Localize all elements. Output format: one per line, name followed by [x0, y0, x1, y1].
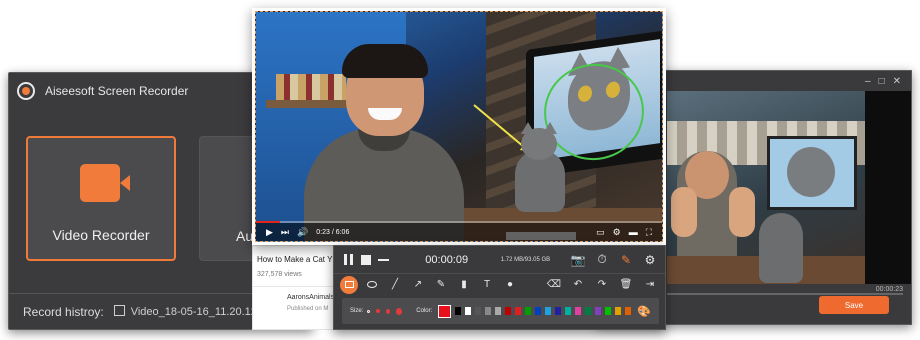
- record-history-label: Record histroy:: [23, 304, 104, 319]
- fullscreen-icon[interactable]: ⛶: [646, 227, 652, 237]
- color-swatch-7[interactable]: [515, 307, 522, 315]
- close-window-icon[interactable]: ✕: [893, 76, 901, 87]
- video-recorder-button[interactable]: Video Recorder: [26, 136, 176, 261]
- app-title: Aiseesoft Screen Recorder: [45, 84, 189, 98]
- app-logo-icon: [17, 82, 35, 100]
- view-count: 327,578 views: [257, 271, 302, 278]
- text-tool-icon[interactable]: T: [478, 276, 496, 294]
- recording-size: 1.72 MB/93.05 GB: [500, 256, 551, 263]
- channel-name[interactable]: AaronsAnimals: [287, 294, 334, 301]
- save-button[interactable]: Save: [819, 296, 889, 314]
- recording-time: 00:00:09: [425, 253, 469, 266]
- undo-icon[interactable]: ↶: [569, 276, 587, 294]
- color-swatch-14[interactable]: [585, 307, 592, 315]
- number-tool-icon[interactable]: ●: [501, 276, 519, 294]
- video-recorder-label: Video Recorder: [52, 227, 150, 243]
- recording-area: ▶ ⏭ 🔊 0:23 / 6:06 ▭ ⚙ ▬ ⛶: [252, 8, 666, 245]
- arrow-tool-icon[interactable]: ↗: [409, 276, 427, 294]
- color-swatch-16[interactable]: [605, 307, 612, 315]
- ellipse-tool-icon[interactable]: [363, 276, 381, 294]
- eraser-icon[interactable]: ⌫: [545, 276, 563, 294]
- next-icon[interactable]: ⏭: [281, 227, 289, 237]
- video-camera-icon: [80, 164, 130, 202]
- size-option-4[interactable]: [396, 307, 403, 315]
- theater-icon[interactable]: ▬: [629, 227, 638, 237]
- color-swatch-18[interactable]: [625, 307, 632, 315]
- highlighter-tool-icon[interactable]: ▮: [455, 276, 473, 294]
- youtube-page: How to Make a Cat Y 327,578 views Aarons…: [252, 245, 338, 330]
- color-swatch-4[interactable]: [485, 307, 492, 315]
- film-icon: [113, 305, 125, 316]
- color-swatch-2[interactable]: [465, 307, 472, 315]
- color-swatch-15[interactable]: [595, 307, 602, 315]
- redo-icon[interactable]: ↷: [593, 276, 611, 294]
- volume-icon[interactable]: 🔊: [297, 227, 308, 237]
- settings-icon[interactable]: ⚙: [613, 227, 621, 237]
- size-option-3[interactable]: [385, 308, 391, 314]
- captions-icon[interactable]: ▭: [596, 227, 605, 237]
- exit-icon[interactable]: ⇥: [641, 276, 659, 294]
- video-title[interactable]: How to Make a Cat Y: [257, 255, 332, 264]
- published-date: Published on M: [287, 306, 329, 312]
- line-tool-icon[interactable]: ╱: [386, 276, 404, 294]
- video-player[interactable]: ▶ ⏭ 🔊 0:23 / 6:06 ▭ ⚙ ▬ ⛶: [255, 11, 663, 242]
- edit-icon[interactable]: ✎: [617, 251, 635, 269]
- preview-progress-bar[interactable]: [667, 293, 903, 295]
- color-swatch-3[interactable]: [475, 307, 482, 315]
- camera-icon[interactable]: 📷: [569, 251, 587, 269]
- color-swatch-13[interactable]: [575, 307, 582, 315]
- recording-toolbar: 00:00:09 1.72 MB/93.05 GB 📷 ⏱ ✎ ⚙ ╱ ↗ ✎ …: [333, 245, 666, 330]
- minimize-window-icon[interactable]: –: [865, 76, 871, 87]
- color-swatch-5[interactable]: [495, 307, 502, 315]
- size-option-1[interactable]: [367, 309, 371, 313]
- color-swatch-11[interactable]: [555, 307, 562, 315]
- color-swatch-8[interactable]: [525, 307, 532, 315]
- minimize-icon[interactable]: [375, 251, 393, 269]
- preview-time: 00:00:23: [875, 286, 903, 293]
- play-icon[interactable]: ▶: [266, 227, 273, 237]
- rectangle-tool-icon[interactable]: [340, 275, 358, 294]
- color-swatch-12[interactable]: [565, 307, 572, 315]
- trash-icon[interactable]: 🗑: [617, 276, 635, 294]
- color-swatch-10[interactable]: [545, 307, 552, 315]
- maximize-window-icon[interactable]: □: [879, 76, 885, 87]
- size-label: Size:: [350, 308, 364, 314]
- pause-icon[interactable]: [340, 251, 358, 269]
- selected-color-swatch[interactable]: [438, 304, 452, 318]
- player-controls: ▶ ⏭ 🔊 0:23 / 6:06 ▭ ⚙ ▬ ⛶: [256, 223, 662, 241]
- color-swatch-9[interactable]: [535, 307, 542, 315]
- palette-icon[interactable]: 🎨: [637, 305, 651, 318]
- preview-video: [667, 91, 867, 284]
- color-swatches: [438, 304, 632, 318]
- style-panel: Size: Color: 🎨: [342, 298, 659, 324]
- size-option-2[interactable]: [376, 309, 380, 313]
- pencil-tool-icon[interactable]: ✎: [432, 276, 450, 294]
- color-swatch-6[interactable]: [505, 307, 512, 315]
- color-label: Color:: [416, 308, 433, 314]
- color-swatch-1[interactable]: [455, 307, 462, 315]
- player-time: 0:23 / 6:06: [316, 228, 350, 236]
- timer-icon[interactable]: ⏱: [593, 251, 611, 269]
- color-swatch-17[interactable]: [615, 307, 622, 315]
- stop-icon[interactable]: [358, 251, 376, 269]
- gear-icon[interactable]: ⚙: [641, 251, 659, 269]
